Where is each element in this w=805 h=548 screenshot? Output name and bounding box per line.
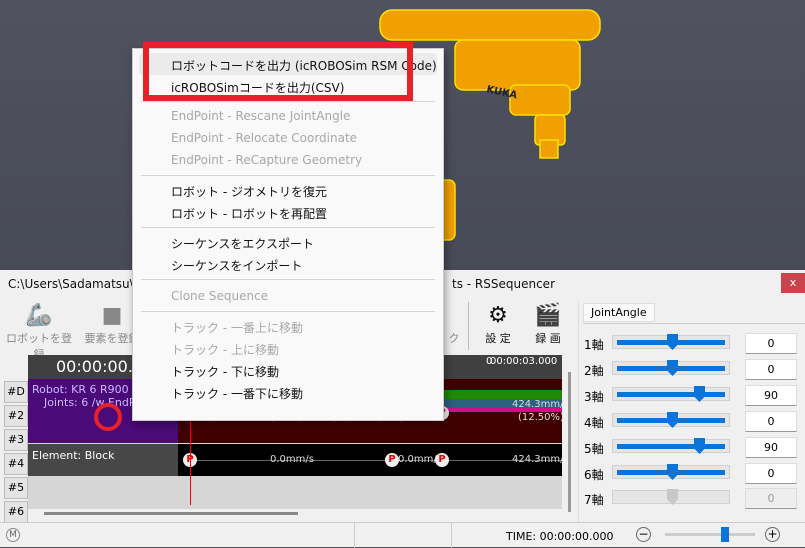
tick-label: 00:00:03.000 bbox=[490, 356, 558, 367]
joint-row: 1軸 0 bbox=[584, 333, 799, 355]
track-number[interactable]: #3 bbox=[4, 429, 28, 451]
joint-row: 4軸 0 bbox=[584, 411, 799, 433]
menu-item: Clone Sequence bbox=[171, 289, 269, 303]
track-label: 0.0mm/ bbox=[398, 454, 437, 465]
settings-button[interactable]: ⚙ 設 定 bbox=[478, 302, 518, 346]
menu-separator bbox=[141, 175, 435, 176]
joint-label: 6軸 bbox=[584, 468, 604, 482]
zoom-in-button[interactable]: + bbox=[765, 527, 780, 542]
track-label: (12.50%) bbox=[518, 412, 564, 423]
track-number[interactable]: #4 bbox=[4, 453, 28, 475]
joint-row: 7軸 0 bbox=[584, 488, 799, 510]
menu-item[interactable]: ロボット - ロボットを再配置 bbox=[171, 205, 327, 222]
vertical-scrollbar[interactable] bbox=[568, 372, 571, 512]
register-robot-button[interactable]: 🦾ロボットを登録 bbox=[4, 302, 74, 362]
menu-item[interactable]: シーケンスをインポート bbox=[171, 257, 302, 274]
zoom-out-button[interactable]: − bbox=[636, 527, 651, 542]
menu-item: EndPoint - Relocate Coordinate bbox=[171, 131, 358, 145]
joint-row: 2軸 0 bbox=[584, 359, 799, 381]
m-button[interactable]: M bbox=[6, 528, 20, 542]
joint-slider[interactable] bbox=[612, 464, 730, 480]
joint-slider[interactable] bbox=[612, 386, 730, 402]
slider-thumb[interactable] bbox=[667, 360, 678, 376]
menu-item: トラック - 上に移動 bbox=[171, 343, 279, 357]
window-title-right: ts - RSSequencer bbox=[452, 277, 555, 291]
element-track-header[interactable]: Element: Block bbox=[28, 444, 178, 476]
track-label: 424.3mm/ bbox=[512, 454, 564, 465]
joint-slider[interactable] bbox=[612, 438, 730, 454]
joint-label: 5軸 bbox=[584, 442, 604, 456]
menu-item[interactable]: トラック - 下に移動 bbox=[171, 363, 279, 380]
track-label: 0.0mm/s bbox=[270, 454, 314, 465]
context-menu: ロボットコードを出力 (icROBOSim RSM Code) icROBOSim… bbox=[132, 48, 444, 421]
green-band bbox=[444, 390, 562, 399]
label: 録 画 bbox=[535, 332, 561, 345]
track-number[interactable]: #6 bbox=[4, 501, 28, 523]
label: 設 定 bbox=[485, 332, 511, 345]
track-number[interactable]: #D bbox=[4, 381, 28, 403]
horizontal-scrollbar[interactable] bbox=[44, 512, 298, 515]
joint-slider[interactable] bbox=[612, 412, 730, 428]
joint-label: 3軸 bbox=[584, 390, 604, 404]
time-readout: TIME: 00:00:00.000 bbox=[506, 530, 614, 543]
label: ク bbox=[448, 332, 460, 345]
joint-value-input[interactable]: 0 bbox=[745, 411, 797, 432]
menu-separator bbox=[141, 279, 435, 280]
window-title: C:\Users\Sadamatsu\De bbox=[8, 277, 151, 291]
toolbar-partial-button[interactable]: ク bbox=[444, 302, 464, 346]
click-indicator-circle bbox=[94, 403, 122, 431]
slider-thumb[interactable] bbox=[694, 438, 705, 454]
slider-thumb[interactable] bbox=[694, 386, 705, 402]
menu-separator bbox=[141, 101, 435, 102]
joint-value-input[interactable]: 0 bbox=[745, 333, 797, 354]
menu-separator bbox=[141, 227, 435, 228]
joint-row: 6軸 0 bbox=[584, 463, 799, 485]
joint-label: 4軸 bbox=[584, 416, 604, 430]
slider-thumb[interactable] bbox=[667, 412, 678, 428]
track-number[interactable]: #2 bbox=[4, 405, 28, 427]
joint-value-input[interactable]: 0 bbox=[745, 488, 797, 509]
tab-jointangle[interactable]: JointAngle bbox=[583, 303, 655, 322]
joint-label: 7軸 bbox=[584, 493, 604, 507]
joint-value-input[interactable]: 0 bbox=[745, 463, 797, 484]
slider-thumb[interactable] bbox=[667, 489, 678, 505]
joint-slider[interactable] bbox=[612, 360, 730, 376]
menu-item[interactable]: トラック - 一番下に移動 bbox=[171, 385, 303, 402]
clapperboard-icon: 🎬 bbox=[534, 303, 562, 328]
menu-item: EndPoint - ReCapture Geometry bbox=[171, 153, 363, 167]
close-button[interactable]: x bbox=[781, 273, 805, 293]
marker-p[interactable]: P bbox=[435, 453, 449, 467]
toolbar-divider bbox=[468, 302, 469, 350]
track-label: 424.3mm/ bbox=[512, 399, 564, 410]
joint-value-input[interactable]: 0 bbox=[745, 359, 797, 380]
element-name: Element: Block bbox=[32, 449, 115, 462]
element-track-timeline[interactable]: 0.0mm/s 0.0mm/ 424.3mm/ P P P bbox=[178, 444, 564, 476]
joint-value-input[interactable]: 90 bbox=[745, 385, 797, 406]
menu-item: トラック - 一番上に移動 bbox=[171, 321, 303, 335]
joint-label: 2軸 bbox=[584, 364, 604, 378]
joint-row: 3軸 90 bbox=[584, 385, 799, 407]
slider-thumb[interactable] bbox=[667, 464, 678, 480]
menu-separator bbox=[141, 311, 435, 312]
marker-p[interactable]: P bbox=[385, 453, 399, 467]
slider-thumb[interactable] bbox=[667, 334, 678, 350]
joint-value-input[interactable]: 90 bbox=[745, 437, 797, 458]
track-number[interactable]: #5 bbox=[4, 477, 28, 499]
joint-row: 5軸 90 bbox=[584, 437, 799, 459]
menu-item[interactable]: ロボット - ジオメトリを復元 bbox=[171, 183, 327, 200]
robot-icon: 🦾 bbox=[25, 303, 53, 328]
gear-icon: ⚙ bbox=[488, 303, 508, 328]
joint-label: 1軸 bbox=[584, 338, 604, 352]
menu-item: EndPoint - Rescane JointAngle bbox=[171, 109, 351, 123]
highlight-box bbox=[143, 42, 413, 101]
record-button[interactable]: 🎬 録 画 bbox=[528, 302, 568, 346]
menu-item[interactable]: シーケンスをエクスポート bbox=[171, 235, 314, 252]
zoom-slider[interactable] bbox=[665, 527, 755, 542]
joint-slider[interactable] bbox=[612, 334, 730, 350]
status-bar: M TIME: 00:00:00.000 − + bbox=[0, 522, 805, 548]
current-time: 00:00:00.0 bbox=[56, 357, 144, 376]
zoom-slider-thumb[interactable] bbox=[720, 527, 729, 542]
joint-slider[interactable] bbox=[612, 489, 730, 505]
